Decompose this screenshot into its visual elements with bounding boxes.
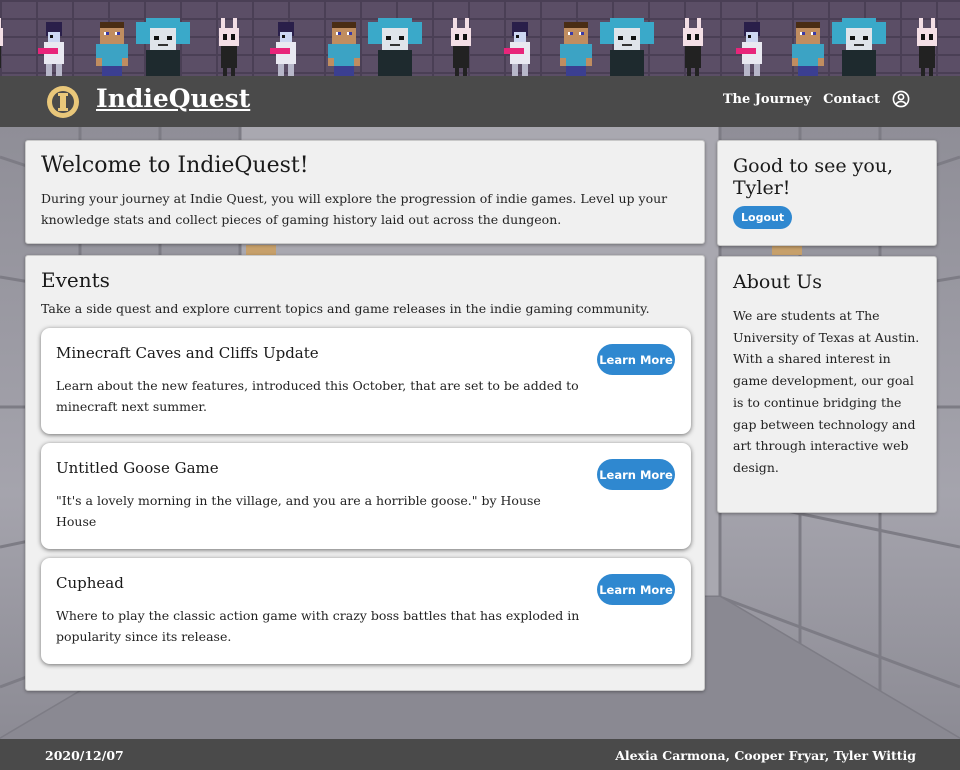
teal-hair-sprite [830, 18, 888, 76]
events-title: Events [41, 268, 110, 292]
nav-link-contact[interactable]: Contact [823, 92, 880, 107]
event-description: Learn about the new features, introduced… [56, 378, 579, 414]
event-card-minecraft: Minecraft Caves and Cliffs Update Learn … [41, 328, 691, 434]
nav-link-the-journey[interactable]: The Journey [723, 92, 811, 107]
nav-links: The Journey Contact [711, 90, 910, 108]
steve-sprite [92, 22, 132, 76]
hollow-knight-sprite [0, 18, 8, 76]
events-panel: Events Take a side quest and explore cur… [25, 255, 705, 691]
top-navbar: IndieQuest The Journey Contact [0, 76, 960, 127]
learn-more-button[interactable]: Learn More [597, 459, 675, 490]
user-circle-icon[interactable] [892, 90, 910, 108]
event-title: Minecraft Caves and Cliffs Update [56, 344, 319, 362]
greeting-title: Good to see you, Tyler! [733, 155, 894, 199]
welcome-title: Welcome to IndieQuest! [41, 153, 309, 178]
steve-sprite [788, 22, 828, 76]
logout-button[interactable]: Logout [733, 206, 793, 229]
greeting-panel: Good to see you, Tyler! Logout [717, 140, 937, 246]
pixel-character-banner [0, 0, 960, 76]
footer-date: 2020/12/07 [45, 748, 124, 763]
teal-hair-sprite [366, 18, 424, 76]
about-panel: About Us We are students at The Universi… [717, 256, 937, 513]
learn-more-button[interactable]: Learn More [597, 344, 675, 375]
knight-sprite [268, 22, 304, 76]
about-title: About Us [733, 271, 822, 293]
teal-hair-sprite [134, 18, 192, 76]
event-description: Where to play the classic action game wi… [56, 608, 580, 644]
knight-sprite [36, 22, 72, 76]
quest-logo-icon[interactable] [45, 84, 81, 120]
teal-hair-sprite [598, 18, 656, 76]
learn-more-button[interactable]: Learn More [597, 574, 675, 605]
event-title: Untitled Goose Game [56, 459, 219, 477]
page-footer: 2020/12/07 Alexia Carmona, Cooper Fryar,… [0, 739, 960, 770]
event-title: Cuphead [56, 574, 124, 592]
welcome-text: During your journey at Indie Quest, you … [41, 191, 668, 227]
hollow-knight-sprite [678, 18, 708, 76]
hollow-knight-sprite [446, 18, 476, 76]
brand-link[interactable]: IndieQuest [96, 84, 250, 113]
about-text: We are students at The University of Tex… [733, 308, 920, 475]
welcome-panel: Welcome to IndieQuest! During your journ… [25, 140, 705, 244]
knight-sprite [502, 22, 538, 76]
hollow-knight-sprite [912, 18, 942, 76]
footer-credits: Alexia Carmona, Cooper Fryar, Tyler Witt… [615, 748, 916, 763]
steve-sprite [556, 22, 596, 76]
event-card-cuphead: Cuphead Where to play the classic action… [41, 558, 691, 664]
events-intro: Take a side quest and explore current to… [41, 301, 650, 316]
event-card-goose-game: Untitled Goose Game "It's a lovely morni… [41, 443, 691, 549]
hollow-knight-sprite [214, 18, 244, 76]
steve-sprite [324, 22, 364, 76]
knight-sprite [734, 22, 770, 76]
event-description: "It's a lovely morning in the village, a… [56, 493, 541, 529]
